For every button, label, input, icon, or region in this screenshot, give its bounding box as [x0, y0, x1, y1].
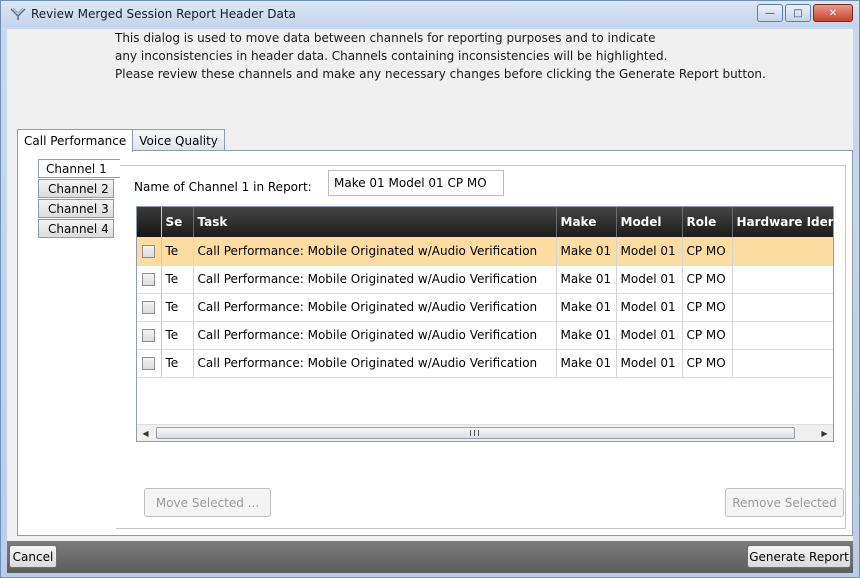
cell-hardware-identifier — [732, 265, 833, 294]
cell-role: CP MO — [682, 237, 733, 266]
cell-se: Te — [161, 321, 194, 350]
row-checkbox-cell — [137, 293, 162, 322]
cell-hardware-identifier — [732, 321, 833, 350]
cancel-button[interactable]: Cancel — [9, 545, 57, 568]
cell-model: Model 01 — [616, 265, 683, 294]
close-button[interactable]: ✕ — [813, 4, 853, 22]
row-checkbox[interactable] — [142, 329, 156, 342]
dialog-client: This dialog is used to move data between… — [7, 29, 853, 573]
intro-line-2: any inconsistencies in header data. Chan… — [115, 49, 668, 63]
maximize-button[interactable]: □ — [785, 4, 811, 22]
window-title: Review Merged Session Report Header Data — [31, 7, 296, 21]
intro-line-3: Please review these channels and make an… — [115, 67, 766, 81]
generate-report-button[interactable]: Generate Report — [747, 545, 851, 568]
table-row[interactable]: Te Call Performance: Mobile Originated w/… — [137, 321, 833, 350]
report-tabs: Call Performance Voice Quality — [17, 129, 225, 152]
cell-hardware-identifier — [732, 293, 833, 322]
intro-line-1: This dialog is used to move data between… — [115, 31, 656, 45]
grid-header-row: Se Task Make Model Role Hardware Identif… — [137, 207, 833, 237]
row-checkbox[interactable] — [142, 273, 156, 286]
column-header-se[interactable]: Se — [161, 207, 194, 237]
tab-call-performance[interactable]: Call Performance — [17, 129, 134, 152]
cell-task: Call Performance: Mobile Originated w/Au… — [193, 237, 557, 266]
channel-tabs: Channel 1 Channel 2 Channel 3 Channel 4 — [38, 159, 126, 239]
scrollbar-thumb[interactable] — [156, 427, 795, 439]
cell-se: Te — [161, 349, 194, 378]
row-checkbox-cell — [137, 265, 162, 294]
column-header-role[interactable]: Role — [682, 207, 733, 237]
cell-model: Model 01 — [616, 349, 683, 378]
minimize-button[interactable]: — — [757, 4, 783, 22]
table-row[interactable]: Te Call Performance: Mobile Originated w/… — [137, 293, 833, 322]
column-header-task[interactable]: Task — [193, 207, 557, 237]
row-checkbox[interactable] — [142, 357, 156, 370]
tab-channel-3[interactable]: Channel 3 — [38, 199, 114, 218]
scroll-left-icon[interactable]: ◀ — [137, 425, 154, 441]
cell-se: Te — [161, 265, 194, 294]
cell-make: Make 01 — [556, 321, 617, 350]
channel-name-input[interactable] — [328, 170, 504, 196]
cell-role: CP MO — [682, 265, 733, 294]
column-header-model[interactable]: Model — [616, 207, 683, 237]
tab-channel-4[interactable]: Channel 4 — [38, 219, 114, 238]
cell-hardware-identifier — [732, 237, 833, 266]
cell-task: Call Performance: Mobile Originated w/Au… — [193, 321, 557, 350]
row-checkbox[interactable] — [142, 244, 156, 258]
tab-channel-1[interactable]: Channel 1 — [38, 159, 120, 178]
channel-name-label: Name of Channel 1 in Report: — [134, 180, 312, 194]
cell-model: Model 01 — [616, 237, 683, 266]
move-selected-button[interactable]: Move Selected ... — [144, 488, 271, 517]
row-header-column — [137, 207, 162, 237]
table-row[interactable]: Te Call Performance: Mobile Originated w/… — [137, 237, 833, 266]
row-checkbox-cell — [137, 321, 162, 350]
cell-task: Call Performance: Mobile Originated w/Au… — [193, 349, 557, 378]
row-checkbox[interactable] — [142, 301, 156, 314]
row-checkbox-cell — [137, 349, 162, 378]
cell-se: Te — [161, 237, 194, 266]
tab-voice-quality[interactable]: Voice Quality — [132, 129, 225, 151]
call-performance-panel: Channel 1 Channel 2 Channel 3 Channel 4 … — [17, 150, 853, 536]
window-controls: — □ ✕ — [757, 4, 853, 22]
cell-role: CP MO — [682, 349, 733, 378]
cell-make: Make 01 — [556, 237, 617, 266]
cell-role: CP MO — [682, 293, 733, 322]
cell-make: Make 01 — [556, 349, 617, 378]
cell-se: Te — [161, 293, 194, 322]
scroll-right-icon[interactable]: ▶ — [816, 425, 833, 441]
intro-text: This dialog is used to move data between… — [115, 29, 835, 83]
cell-task: Call Performance: Mobile Originated w/Au… — [193, 265, 557, 294]
remove-selected-button[interactable]: Remove Selected — [725, 488, 844, 517]
cell-make: Make 01 — [556, 265, 617, 294]
cell-hardware-identifier — [732, 349, 833, 378]
task-grid: Se Task Make Model Role Hardware Identif… — [136, 206, 834, 442]
cell-role: CP MO — [682, 321, 733, 350]
dialog-window: Review Merged Session Report Header Data… — [0, 0, 860, 578]
tab-channel-2[interactable]: Channel 2 — [38, 179, 114, 198]
cell-model: Model 01 — [616, 321, 683, 350]
grip-icon — [470, 430, 479, 436]
column-header-make[interactable]: Make — [556, 207, 617, 237]
cell-make: Make 01 — [556, 293, 617, 322]
dialog-footer: Cancel Generate Report — [7, 541, 853, 573]
row-checkbox-cell — [137, 237, 162, 266]
title-bar[interactable]: Review Merged Session Report Header Data… — [1, 1, 859, 27]
table-row[interactable]: Te Call Performance: Mobile Originated w/… — [137, 265, 833, 294]
horizontal-scrollbar[interactable]: ◀ ▶ — [137, 424, 833, 441]
column-header-hardware-identifier[interactable]: Hardware Identifi — [732, 207, 833, 237]
cell-model: Model 01 — [616, 293, 683, 322]
app-icon — [9, 6, 27, 22]
grid-body: Te Call Performance: Mobile Originated w/… — [137, 237, 833, 378]
cell-task: Call Performance: Mobile Originated w/Au… — [193, 293, 557, 322]
table-row[interactable]: Te Call Performance: Mobile Originated w/… — [137, 349, 833, 378]
